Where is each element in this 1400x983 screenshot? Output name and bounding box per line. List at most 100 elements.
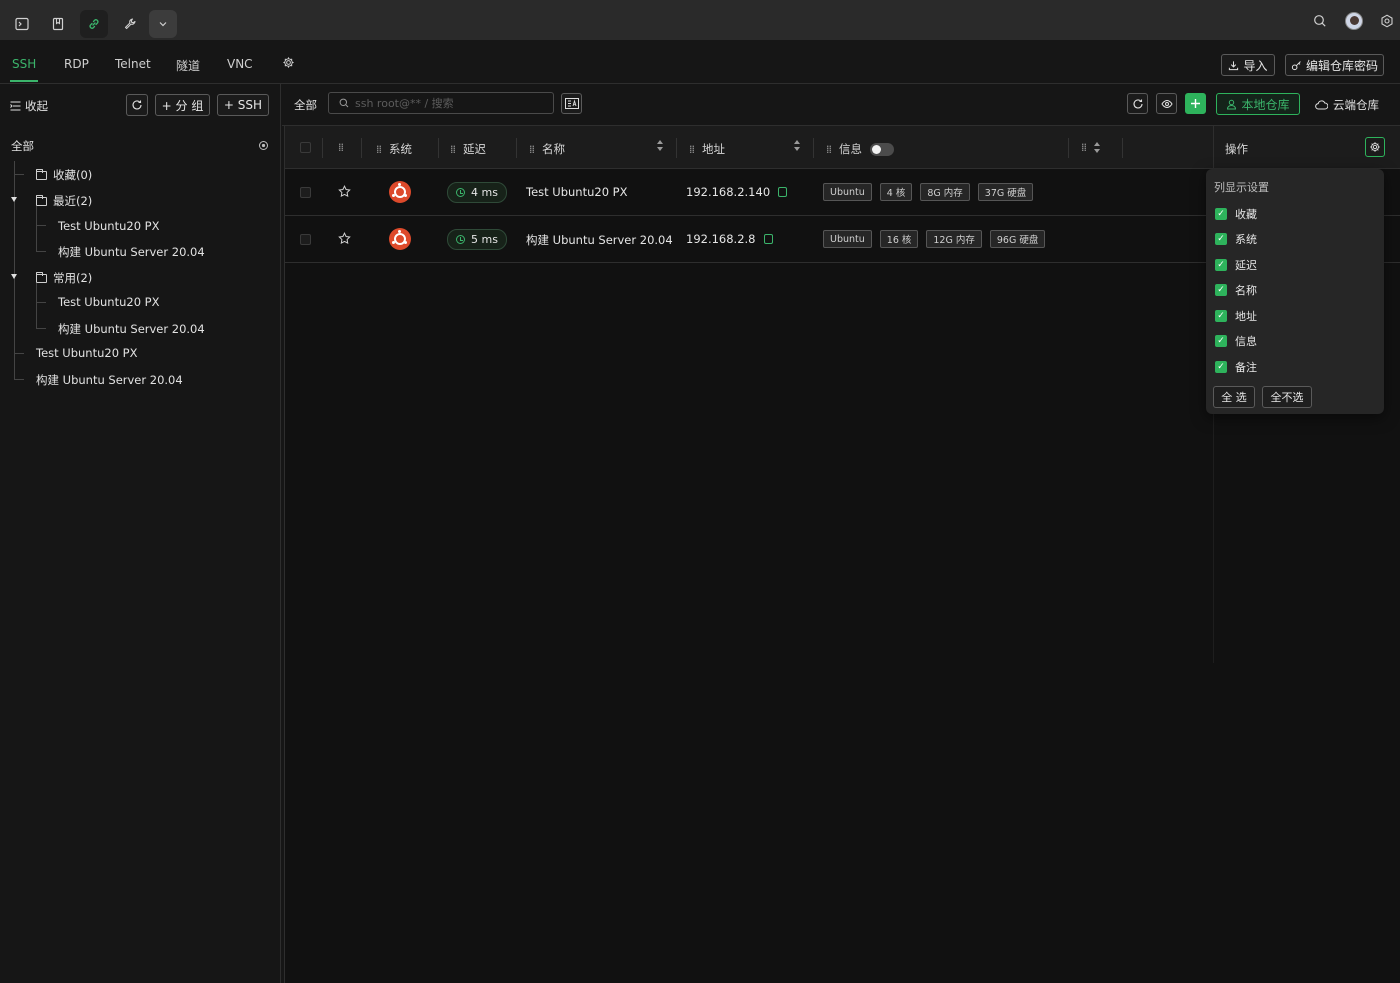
column-latency[interactable]: ⁞⁞ 延迟 [450,141,486,157]
cloud-repo-button[interactable]: 云端仓库 [1315,97,1379,113]
bookmark-icon[interactable] [44,10,72,38]
host-info-tags: Ubuntu 16 核 12G 内存 96G 硬盘 [823,230,1053,248]
checkbox-checked-icon[interactable]: ✓ [1215,284,1227,296]
column-notes[interactable]: ⁞⁞ [1081,141,1100,154]
tree-item-loose-1[interactable]: Test Ubuntu20 PX [36,346,138,360]
tab-tunnel[interactable]: 隧道 [176,57,200,74]
avatar[interactable] [1343,10,1365,32]
sort-name-icon[interactable] [657,140,663,151]
star-icon[interactable] [338,185,351,198]
row-checkbox[interactable] [300,234,311,245]
tab-vnc[interactable]: VNC [227,57,253,71]
column-actions: 操作 [1225,142,1248,156]
star-icon[interactable] [338,232,351,245]
tree-folder-common[interactable]: 常用(2) [36,270,92,286]
tree-guide [14,161,15,379]
host-name[interactable]: 构建 Ubuntu Server 20.04 [526,232,673,248]
select-none-button[interactable]: 全不选 [1262,386,1312,408]
checkbox-checked-icon[interactable]: ✓ [1215,335,1227,347]
settings-icon[interactable] [1376,10,1398,32]
checkbox-checked-icon[interactable]: ✓ [1215,233,1227,245]
drag-handle-icon[interactable]: ⁞⁞ [1081,141,1087,154]
tools-icon[interactable] [116,10,144,38]
select-all-button[interactable]: 全 选 [1213,386,1255,408]
tab-rdp[interactable]: RDP [64,57,89,71]
latency-badge: 5 ms [447,229,507,250]
host-address: 192.168.2.140 [686,185,788,199]
tree-item-loose-2[interactable]: 构建 Ubuntu Server 20.04 [36,372,183,388]
column-option-info[interactable]: ✓ 信息 [1215,333,1257,349]
scope-filter[interactable]: 全部 [294,97,317,113]
drag-handle-icon[interactable]: ⁞⁞ [338,141,344,154]
checkbox-checked-icon[interactable]: ✓ [1215,259,1227,271]
column-option-latency[interactable]: ✓ 延迟 [1215,257,1257,273]
link-icon[interactable] [80,10,108,38]
local-repo-button[interactable]: 本地仓库 [1216,93,1300,115]
table-header: ⁞⁞ ⁞⁞ 系统 ⁞⁞ 延迟 ⁞⁞ 名称 ⁞⁞ 地址 ⁞⁞ 信息 ⁞⁞ 操作 [285,126,1400,169]
collapse-button[interactable]: 收起 [10,98,48,114]
host-name[interactable]: Test Ubuntu20 PX [526,185,628,199]
add-host-button[interactable] [1185,93,1206,114]
sort-address-icon[interactable] [794,140,800,151]
ubuntu-icon [389,181,411,203]
checkbox-checked-icon[interactable]: ✓ [1215,208,1227,220]
row-checkbox[interactable] [300,187,311,198]
column-option-address[interactable]: ✓ 地址 [1215,308,1257,324]
tree-item-common-2[interactable]: 构建 Ubuntu Server 20.04 [58,321,205,337]
edit-password-label: 编辑仓库密码 [1305,58,1378,73]
caret-down-icon[interactable] [11,274,17,279]
copy-icon[interactable] [778,187,788,197]
tab-settings-icon[interactable] [282,56,295,72]
tree-item-recent-1[interactable]: Test Ubuntu20 PX [58,219,160,233]
protocol-tabs: SSH RDP Telnet 隧道 VNC 导入 编辑仓库密码 [0,40,1400,84]
caret-down-icon[interactable] [11,197,17,202]
copy-icon[interactable] [763,234,773,244]
regex-toggle-button[interactable] [561,93,582,114]
column-option-name[interactable]: ✓ 名称 [1215,282,1257,298]
search-input[interactable] [355,96,545,110]
info-toggle[interactable] [870,142,894,156]
chevron-down-icon[interactable] [149,10,177,38]
terminal-icon[interactable] [8,10,36,38]
checkbox-checked-icon[interactable]: ✓ [1215,310,1227,322]
tree-root[interactable]: 全部 [11,138,34,154]
edit-password-button[interactable]: 编辑仓库密码 [1285,54,1384,76]
column-address[interactable]: ⁞⁞ 地址 [689,141,725,157]
drag-handle-icon[interactable]: ⁞⁞ [450,143,456,156]
column-option-notes[interactable]: ✓ 备注 [1215,359,1257,375]
column-option-favorites[interactable]: ✓ 收藏 [1215,206,1257,222]
column-option-system[interactable]: ✓ 系统 [1215,231,1257,247]
add-group-button[interactable]: + 分 组 [155,94,210,116]
refresh-tree-button[interactable] [126,94,148,116]
tab-ssh[interactable]: SSH [12,57,36,71]
refresh-icon [1132,98,1143,108]
checkbox-checked-icon[interactable]: ✓ [1215,361,1227,373]
tree-item-recent-2[interactable]: 构建 Ubuntu Server 20.04 [58,244,205,260]
sort-notes-icon[interactable] [1094,142,1100,153]
tag: 96G 硬盘 [989,230,1046,248]
tab-telnet[interactable]: Telnet [115,57,151,71]
tree-folder-favorites[interactable]: 收藏(0) [36,167,92,183]
user-icon [1227,99,1237,109]
tree-folder-recent[interactable]: 最近(2) [36,193,92,209]
sidebar-header: 收起 + 分 组 + SSH [0,84,281,126]
eye-icon [1160,99,1173,108]
column-name[interactable]: ⁞⁞ 名称 [529,141,565,157]
import-icon [1229,60,1239,70]
column-system[interactable]: ⁞⁞ 系统 [376,141,412,157]
drag-handle-icon[interactable]: ⁞⁞ [826,143,832,156]
search-icon[interactable] [1309,10,1331,32]
add-ssh-button[interactable]: + SSH [217,94,269,116]
import-button[interactable]: 导入 [1221,54,1275,76]
column-info[interactable]: ⁞⁞ 信息 [826,141,894,157]
select-all-checkbox[interactable] [300,142,311,153]
visibility-button[interactable] [1156,93,1177,114]
drag-handle-icon[interactable]: ⁞⁞ [376,143,382,156]
tree-item-common-1[interactable]: Test Ubuntu20 PX [58,295,160,309]
refresh-button[interactable] [1127,93,1148,114]
column-settings-button[interactable] [1365,137,1385,157]
drag-handle-icon[interactable]: ⁞⁞ [689,143,695,156]
drag-handle-icon[interactable]: ⁞⁞ [529,143,535,156]
key-icon [1291,60,1301,70]
locate-icon[interactable] [258,140,269,154]
